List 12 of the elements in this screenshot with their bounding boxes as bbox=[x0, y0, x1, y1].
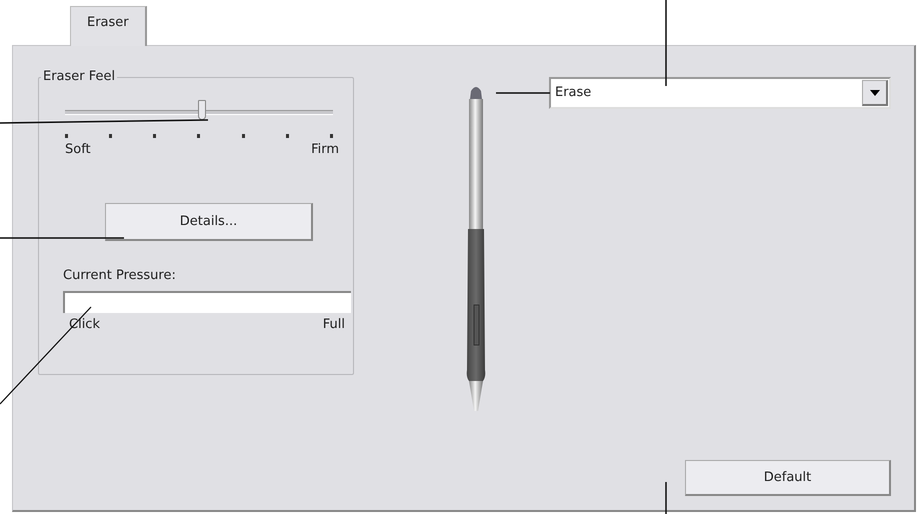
leader-line bbox=[665, 482, 667, 514]
details-button[interactable]: Details... bbox=[105, 203, 313, 241]
function-dropdown[interactable]: Erase bbox=[549, 77, 891, 109]
pressure-label: Current Pressure: bbox=[63, 268, 176, 283]
tab[interactable]: Eraser bbox=[70, 6, 147, 46]
default-button[interactable]: Default bbox=[685, 460, 891, 496]
dropdown-caret-icon[interactable] bbox=[862, 80, 888, 106]
slider-thumb[interactable] bbox=[198, 100, 206, 120]
leader-line bbox=[496, 92, 550, 94]
pressure-max-label: Full bbox=[322, 317, 345, 332]
slider-min-label: Soft bbox=[65, 142, 91, 157]
slider-max-label: Firm bbox=[311, 142, 339, 157]
